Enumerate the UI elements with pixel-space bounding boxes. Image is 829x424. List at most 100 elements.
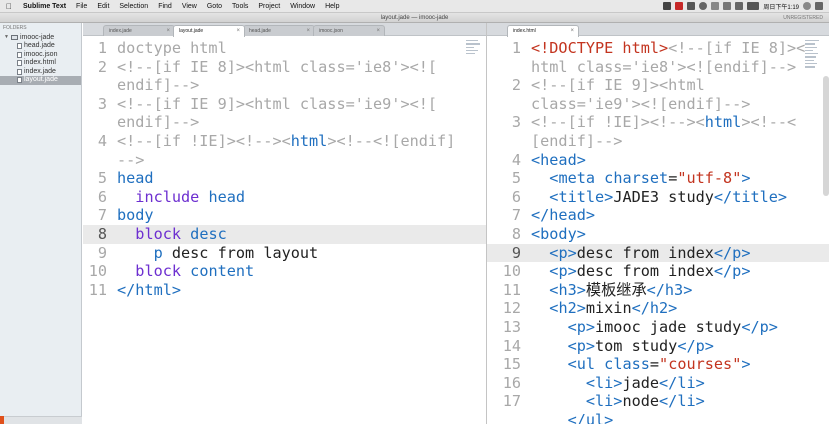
volume-icon[interactable] (723, 2, 732, 10)
code-line[interactable]: 11 <h3>模板继承</h3> (487, 281, 829, 300)
code-token: </title> (713, 187, 788, 206)
sidebar-file-item[interactable]: imooc.json (0, 51, 81, 60)
menu-file[interactable]: File (71, 0, 92, 13)
code-line[interactable]: 12 <h2>mixin</h2> (487, 299, 829, 318)
code-token: ><!--<![endif] (327, 132, 456, 150)
line-number: 15 (502, 355, 521, 374)
tab-head-jade[interactable]: head.jade × (243, 25, 315, 36)
cloud-icon[interactable] (711, 2, 720, 10)
code-line[interactable]: 2 <!--[if IE 8]><html class='ie8'><![ (83, 58, 486, 77)
code-text: --> (117, 151, 144, 170)
close-icon[interactable]: × (306, 26, 310, 36)
status-icon[interactable] (687, 2, 696, 10)
notification-center-icon[interactable] (815, 2, 823, 10)
code-line[interactable]: 8 block desc (83, 225, 486, 244)
code-line[interactable]: 16 <li>jade</li> (487, 374, 829, 393)
menubar-clock[interactable]: 周日下午1:19 (763, 2, 799, 11)
code-line[interactable]: --> (83, 151, 486, 170)
code-line[interactable]: endif]--> (83, 76, 486, 95)
code-token: </ul> (567, 411, 614, 424)
tab-imooc-json[interactable]: imooc.json × (313, 25, 385, 36)
left-editor[interactable]: 1 doctype html 2 <!--[if IE 8]><html class=… (83, 36, 486, 424)
menu-find[interactable]: Find (153, 0, 177, 13)
code-line[interactable]: 6 <title>JADE3 study</title> (487, 188, 829, 207)
code-line[interactable]: 8 <body> (487, 225, 829, 244)
menu-window[interactable]: Window (285, 0, 320, 13)
sidebar-file-item[interactable]: head.jade (0, 42, 81, 51)
code-text: <ul class="courses"> (531, 355, 751, 374)
code-line[interactable]: 13 <p>imooc jade study</p> (487, 318, 829, 337)
status-icon[interactable] (663, 2, 672, 10)
code-line[interactable]: 7 body (83, 206, 486, 225)
code-line[interactable]: 6 include head (83, 188, 486, 207)
code-line[interactable]: 10 <p>desc from index</p> (487, 262, 829, 281)
progress-marker (0, 416, 4, 424)
code-line[interactable]: endif]--> (83, 113, 486, 132)
code-line[interactable]: class='ie9'><![endif]--> (487, 95, 829, 114)
code-line[interactable]: 3 <!--[if !IE]><!--><html><!--< (487, 113, 829, 132)
code-line[interactable]: 4 <head> (487, 151, 829, 170)
sidebar-file-item[interactable]: index.html (0, 59, 81, 68)
code-token: block (135, 225, 182, 243)
menu-project[interactable]: Project (253, 0, 285, 13)
close-icon[interactable]: × (570, 26, 574, 36)
code-text: <p>desc from index</p> (531, 262, 750, 281)
menu-tools[interactable]: Tools (227, 0, 253, 13)
right-scrollbar[interactable] (823, 76, 829, 196)
tab-layout-jade[interactable]: layout.jade × (173, 25, 245, 37)
code-line[interactable]: 14 <p>tom study</p> (487, 337, 829, 356)
tab-label: imooc.json (319, 28, 343, 34)
tab-index-jade[interactable]: index.jade × (103, 25, 175, 36)
line-number: 5 (97, 169, 107, 188)
line-number: 5 (511, 169, 521, 188)
code-line[interactable]: 2 <!--[if IE 9]><html (487, 76, 829, 95)
code-token: html class='ie8'><![endif]--> (531, 57, 797, 76)
code-token: <h2> (549, 299, 586, 318)
left-minimap[interactable] (466, 40, 482, 56)
code-line[interactable]: 9 <p>desc from index</p> (487, 243, 829, 263)
sidebar-folder-imooc-jade[interactable]: ▼ imooc-jade (0, 33, 81, 42)
code-line[interactable]: 11 </html> (83, 281, 486, 300)
code-line[interactable]: 10 block content (83, 262, 486, 281)
code-line[interactable]: 4 <!--[if !IE]><!--><html><!--<![endif] (83, 132, 486, 151)
close-icon[interactable]: × (376, 26, 380, 36)
apple-icon[interactable]:  (0, 2, 18, 11)
code-line[interactable]: 3 <!--[if IE 9]><html class='ie9'><![ (83, 95, 486, 114)
recording-icon[interactable] (675, 2, 684, 10)
close-icon[interactable]: × (236, 26, 240, 36)
code-line[interactable]: 15 <ul class="courses"> (487, 355, 829, 374)
sidebar-file-item[interactable]: index.jade (0, 68, 81, 77)
code-token: </h2> (631, 299, 678, 318)
menu-help[interactable]: Help (320, 0, 344, 13)
battery-icon[interactable] (747, 2, 760, 10)
user-icon[interactable] (699, 2, 708, 10)
code-line[interactable]: html class='ie8'><![endif]--> (487, 58, 829, 77)
chevron-down-icon[interactable]: ▼ (4, 33, 9, 42)
menu-view[interactable]: View (177, 0, 202, 13)
tab-index-html[interactable]: index.html × (507, 25, 579, 37)
right-minimap[interactable] (805, 40, 821, 70)
code-line[interactable]: [endif]--> (487, 132, 829, 151)
code-line[interactable]: 7 </head> (487, 206, 829, 225)
menu-selection[interactable]: Selection (114, 0, 153, 13)
code-line[interactable]: 17 <li>node</li> (487, 392, 829, 411)
right-editor[interactable]: 1 <!DOCTYPE html><!--[if IE 8]>< html clas… (487, 36, 829, 424)
code-text: <p>imooc jade study</p> (531, 318, 778, 337)
wifi-icon[interactable] (735, 2, 744, 10)
code-line[interactable]: </ul> (487, 411, 829, 424)
menu-goto[interactable]: Goto (202, 0, 227, 13)
code-line[interactable]: 1 doctype html (83, 39, 486, 58)
code-line[interactable]: 1 <!DOCTYPE html><!--[if IE 8]>< (487, 39, 829, 58)
sidebar-file-item[interactable]: layout.jade (0, 76, 81, 85)
left-tab-bar: index.jade × layout.jade × head.jade × imooc.j… (83, 23, 486, 37)
code-line[interactable]: 5 head (83, 169, 486, 188)
close-icon[interactable]: × (166, 26, 170, 36)
code-token: </li> (659, 373, 705, 392)
code-line[interactable]: 5 <meta charset="utf-8"> (487, 169, 829, 188)
menu-edit[interactable]: Edit (92, 0, 114, 13)
menu-sublime-text[interactable]: Sublime Text (18, 0, 71, 13)
search-icon[interactable] (803, 2, 811, 10)
code-line[interactable]: 9 p desc from layout (83, 244, 486, 263)
